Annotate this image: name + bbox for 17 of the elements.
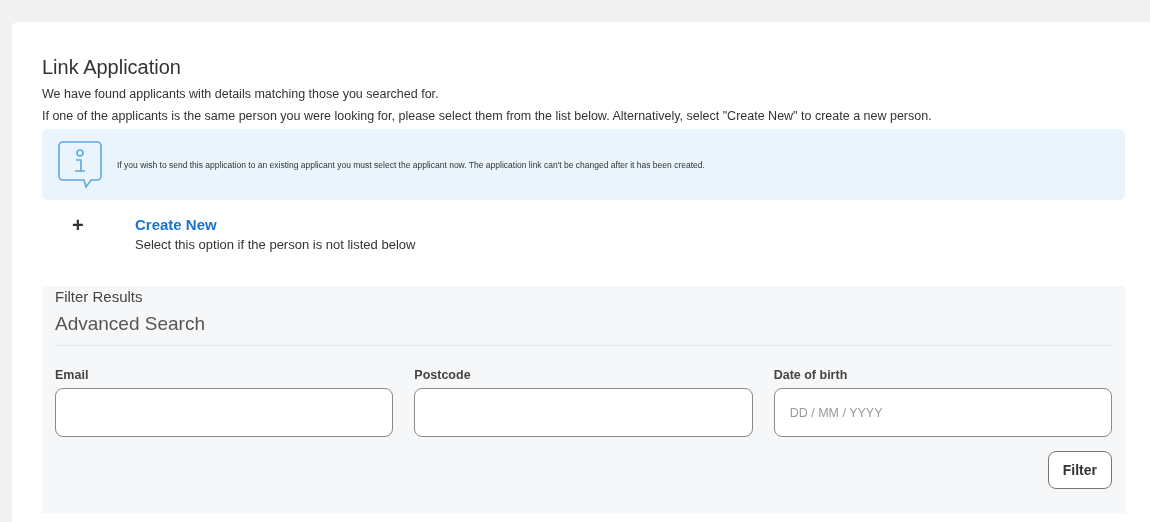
create-new-description: Select this option if the person is not listed below xyxy=(135,237,416,252)
info-icon xyxy=(57,139,105,190)
input-field[interactable] xyxy=(414,388,753,437)
input-field[interactable]: DD / MM / YYYY xyxy=(773,388,1112,437)
intro-text: We have found applicants with details matching those you searched for. xyxy=(42,87,440,101)
filter-title: Filter Results xyxy=(55,288,144,305)
input-field[interactable] xyxy=(55,388,394,437)
info-text: If you wish to send this application to an existing applicant you must select the applicant now. The application link can't be changed after it has been created. xyxy=(117,159,705,170)
field-label: Date of birth xyxy=(773,368,848,382)
filter-button[interactable]: Filter xyxy=(1047,451,1112,489)
intro-text: If one of the applicants is the same person you were looking for, please select them from the list below. Alternatively, select "Create New" to create a new person. xyxy=(42,109,933,123)
create-new-link[interactable]: Create New xyxy=(135,216,217,233)
field-label: Email xyxy=(55,368,89,382)
page-title: Link Application xyxy=(42,56,182,79)
section-heading: Advanced Search xyxy=(55,305,1112,346)
plus-icon: + xyxy=(42,216,135,286)
field-label: Postcode xyxy=(414,368,471,382)
